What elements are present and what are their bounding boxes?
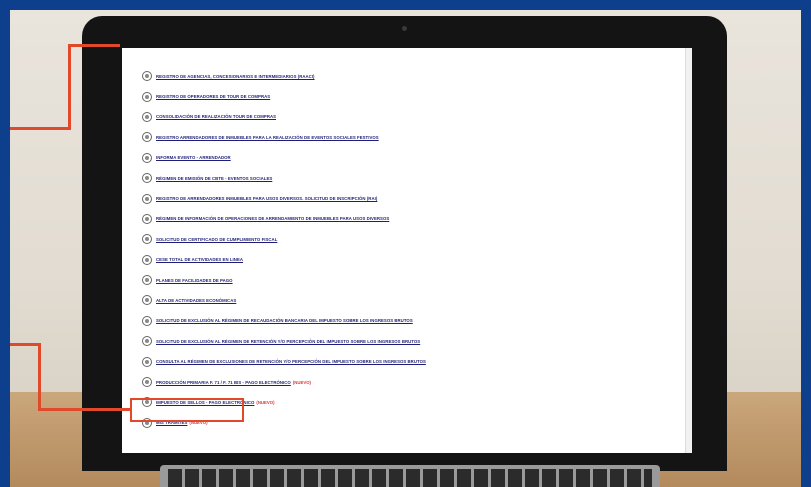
radio-circle-icon	[142, 275, 152, 286]
menu-item-link[interactable]: PRODUCCIÓN PRIMARIA F. 71 / F. 71 BIS - …	[156, 380, 291, 385]
callout-line-bottom-vertical	[38, 343, 41, 411]
radio-circle-icon	[142, 132, 152, 143]
menu-item-link[interactable]: CONSULTA AL RÉGIMEN DE EXCLUSIONES DE RE…	[156, 359, 426, 364]
keyboard-keys	[168, 469, 652, 487]
callout-line-top-horizontal	[70, 44, 120, 47]
menu-item[interactable]: REGISTRO DE OPERADORES DE TOUR DE COMPRA…	[142, 86, 692, 106]
menu-item[interactable]: REGISTRO DE ARRENDADORES INMUEBLES PARA …	[142, 188, 692, 208]
menu-item-link[interactable]: RÉGIMEN DE EMISIÓN DE CBTE - EVENTOS SOC…	[156, 176, 272, 181]
laptop-keyboard	[160, 465, 660, 487]
callout-line-bottom-stub	[10, 343, 40, 346]
menu-item[interactable]: RÉGIMEN DE INFORMACIÓN DE OPERACIONES DE…	[142, 209, 692, 229]
menu-item-link[interactable]: CESE TOTAL DE ACTIVIDADES EN LINEA	[156, 257, 243, 262]
new-badge: (NUEVO)	[256, 399, 275, 405]
new-badge: (NUEVO)	[292, 379, 311, 385]
menu-item[interactable]: REGISTRO ARRENDADORES DE INMUEBLES PARA …	[142, 127, 692, 147]
radio-circle-icon	[142, 173, 152, 184]
callout-line-top-stub	[10, 127, 71, 130]
radio-circle-icon	[142, 152, 152, 163]
menu-item[interactable]: INFORMA EVENTO - ARRENDADOR	[142, 148, 692, 168]
menu-item-link[interactable]: REGISTRO DE OPERADORES DE TOUR DE COMPRA…	[156, 94, 270, 99]
menu-item[interactable]: ALTA DE ACTIVIDADES ECONÓMICAS	[142, 290, 692, 310]
radio-circle-icon	[142, 213, 152, 224]
menu-item-link[interactable]: REGISTRO ARRENDADORES DE INMUEBLES PARA …	[156, 135, 379, 140]
menu-item-link[interactable]: REGISTRO DE AGENCIAS, CONCESIONARIOS E I…	[156, 74, 315, 79]
radio-circle-icon	[142, 315, 152, 326]
camera-icon	[402, 26, 407, 31]
radio-circle-icon	[142, 356, 152, 367]
radio-circle-icon	[142, 295, 152, 306]
menu-item[interactable]: PLANES DE FACILIDADES DE PAGO	[142, 270, 692, 290]
menu-item[interactable]: SOLICITUD DE CERTIFICADO DE CUMPLIMIENTO…	[142, 229, 692, 249]
menu-item[interactable]: CESE TOTAL DE ACTIVIDADES EN LINEA	[142, 250, 692, 270]
menu-item[interactable]: CONSOLIDACIÓN DE REALIZACIÓN TOUR DE COM…	[142, 107, 692, 127]
menu-item-link[interactable]: RÉGIMEN DE INFORMACIÓN DE OPERACIONES DE…	[156, 216, 389, 221]
menu-item-link[interactable]: SOLICITUD DE EXCLUSIÓN AL RÉGIMEN DE RET…	[156, 339, 420, 344]
menu-item[interactable]: PRODUCCIÓN PRIMARIA F. 71 / F. 71 BIS - …	[142, 372, 692, 392]
radio-circle-icon	[142, 71, 152, 82]
menu-item-link[interactable]: SOLICITUD DE EXCLUSIÓN AL RÉGIMEN DE REC…	[156, 318, 413, 323]
menu-item-link[interactable]: REGISTRO DE ARRENDADORES INMUEBLES PARA …	[156, 196, 377, 201]
radio-circle-icon	[142, 234, 152, 245]
menu-item[interactable]: RÉGIMEN DE EMISIÓN DE CBTE - EVENTOS SOC…	[142, 168, 692, 188]
radio-circle-icon	[142, 377, 152, 388]
scrollbar[interactable]	[685, 48, 692, 453]
callout-line-bottom-horizontal	[38, 408, 130, 411]
radio-circle-icon	[142, 254, 152, 265]
photo-background: REGISTRO DE AGENCIAS, CONCESIONARIOS E I…	[10, 10, 801, 487]
radio-circle-icon	[142, 336, 152, 347]
menu-item[interactable]: CONSULTA AL RÉGIMEN DE EXCLUSIONES DE RE…	[142, 351, 692, 371]
menu-item[interactable]: SOLICITUD DE EXCLUSIÓN AL RÉGIMEN DE RET…	[142, 331, 692, 351]
menu-item[interactable]: SOLICITUD DE EXCLUSIÓN AL RÉGIMEN DE REC…	[142, 311, 692, 331]
callout-line-top-vertical	[68, 44, 71, 130]
menu-item[interactable]: REGISTRO DE AGENCIAS, CONCESIONARIOS E I…	[142, 66, 692, 86]
procedures-menu: REGISTRO DE AGENCIAS, CONCESIONARIOS E I…	[122, 48, 692, 433]
highlight-mis-tramites	[130, 398, 244, 422]
radio-circle-icon	[142, 91, 152, 102]
menu-item-link[interactable]: INFORMA EVENTO - ARRENDADOR	[156, 155, 231, 160]
menu-item-link[interactable]: SOLICITUD DE CERTIFICADO DE CUMPLIMIENTO…	[156, 237, 277, 242]
menu-item-link[interactable]: CONSOLIDACIÓN DE REALIZACIÓN TOUR DE COM…	[156, 114, 276, 119]
menu-item-link[interactable]: ALTA DE ACTIVIDADES ECONÓMICAS	[156, 298, 236, 303]
radio-circle-icon	[142, 193, 152, 204]
laptop-screen: REGISTRO DE AGENCIAS, CONCESIONARIOS E I…	[122, 48, 692, 453]
menu-item-link[interactable]: PLANES DE FACILIDADES DE PAGO	[156, 278, 233, 283]
radio-circle-icon	[142, 111, 152, 122]
